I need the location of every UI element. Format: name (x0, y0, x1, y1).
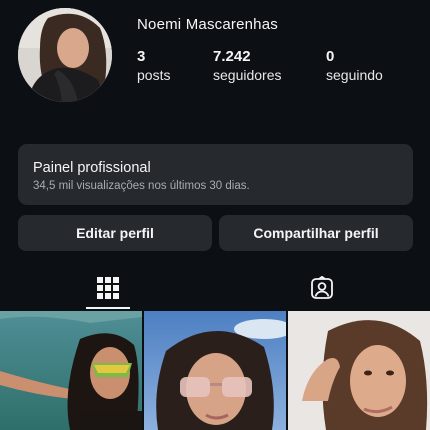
profile-avatar[interactable] (18, 8, 112, 102)
grid-post-2[interactable] (144, 311, 286, 430)
tagged-person-icon (311, 276, 333, 299)
stat-following-label: seguindo (326, 67, 383, 83)
stat-posts-value: 3 (137, 48, 146, 65)
avatar-photo (18, 8, 112, 102)
post-thumbnail-1 (0, 311, 142, 430)
professional-dashboard-title: Painel profissional (33, 160, 151, 176)
professional-dashboard-subtitle: 34,5 mil visualizações nos últimos 30 di… (33, 180, 250, 192)
tab-tagged[interactable] (300, 268, 344, 308)
stat-following[interactable]: 0 seguindo (326, 48, 383, 84)
edit-profile-button[interactable]: Editar perfil (18, 215, 212, 251)
stat-followers-value: 7.242 (213, 48, 251, 65)
tab-posts-grid[interactable] (86, 268, 130, 308)
share-profile-button[interactable]: Compartilhar perfil (219, 215, 413, 251)
post-thumbnail-2 (144, 311, 286, 430)
professional-dashboard-card[interactable]: Painel profissional 34,5 mil visualizaçõ… (18, 144, 413, 205)
stat-posts[interactable]: 3 posts (137, 48, 170, 84)
grid-icon (97, 277, 119, 299)
grid-post-1[interactable] (0, 311, 142, 430)
stat-posts-label: posts (137, 67, 171, 83)
grid-post-3[interactable] (288, 311, 430, 430)
stat-followers[interactable]: 7.242 seguidores (213, 48, 282, 84)
post-thumbnail-3 (288, 311, 430, 430)
tab-selected-indicator (86, 307, 130, 309)
stat-following-value: 0 (326, 48, 335, 65)
stat-followers-label: seguidores (213, 67, 282, 83)
profile-name: Noemi Mascarenhas (137, 16, 278, 33)
